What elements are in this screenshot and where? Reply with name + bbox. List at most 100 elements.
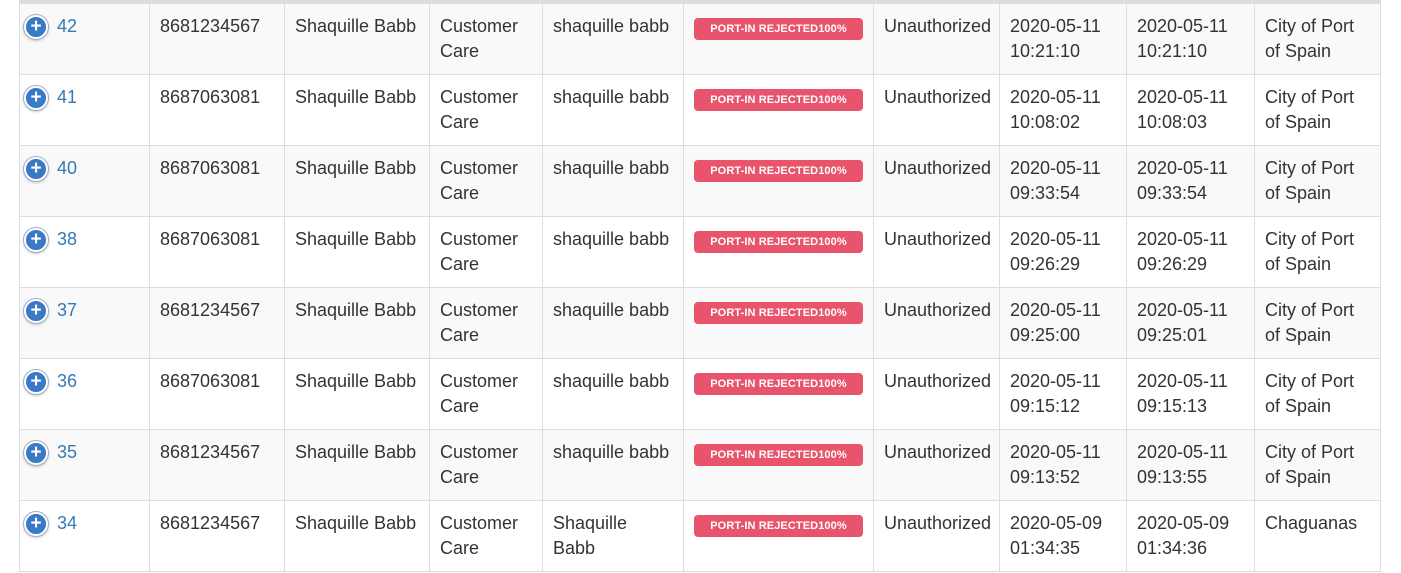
orders-table: +42 8681234567 Shaquille Babb Customer C…	[19, 3, 1381, 572]
status-cell: PORT-IN REJECTED100%	[683, 500, 874, 572]
expand-row-icon[interactable]: +	[24, 15, 48, 39]
authorization-status: Unauthorized	[884, 442, 992, 462]
expand-row-icon[interactable]: +	[24, 512, 48, 536]
customer-cell: Shaquille Babb	[284, 287, 430, 359]
customer-cell: Shaquille Babb	[284, 429, 430, 501]
auth-cell: Unauthorized	[873, 287, 1000, 359]
phone-number: 8681234567	[160, 442, 261, 462]
status-badge: PORT-IN REJECTED100%	[694, 373, 863, 395]
authorization-status: Unauthorized	[884, 229, 992, 249]
auth-cell: Unauthorized	[873, 145, 1000, 217]
authorization-status: Unauthorized	[884, 87, 992, 107]
department-cell: Customer Care	[429, 429, 543, 501]
location-name: City of Port of Spain	[1265, 300, 1355, 345]
agent-name: shaquille babb	[553, 442, 670, 462]
id-cell: +36	[19, 358, 150, 430]
department-name: Customer Care	[440, 300, 519, 345]
id-cell: +41	[19, 74, 150, 146]
status-cell: PORT-IN REJECTED100%	[683, 358, 874, 430]
phone-cell: 8681234567	[149, 500, 285, 572]
created-time: 10:21:10	[1010, 41, 1081, 61]
record-id-link[interactable]: 40	[57, 158, 77, 178]
record-id-link[interactable]: 34	[57, 513, 77, 533]
status-badge: PORT-IN REJECTED100%	[694, 18, 863, 40]
department-name: Customer Care	[440, 229, 519, 274]
authorization-status: Unauthorized	[884, 16, 992, 36]
agent-cell: shaquille babb	[542, 216, 684, 288]
record-id-link[interactable]: 38	[57, 229, 77, 249]
location-cell: City of Port of Spain	[1254, 3, 1381, 75]
updated-cell: 2020-05-11 09:33:54	[1126, 145, 1255, 217]
created-time: 09:25:00	[1010, 325, 1081, 345]
table-row: +34 8681234567 Shaquille Babb Customer C…	[19, 500, 1381, 572]
expand-row-icon[interactable]: +	[24, 370, 48, 394]
record-id-link[interactable]: 42	[57, 16, 77, 36]
created-cell: 2020-05-11 09:33:54	[999, 145, 1127, 217]
created-date: 2020-05-11	[1010, 371, 1101, 391]
updated-date: 2020-05-11	[1137, 300, 1228, 320]
updated-time: 09:33:54	[1137, 183, 1208, 203]
created-cell: 2020-05-11 09:25:00	[999, 287, 1127, 359]
created-time: 09:13:52	[1010, 467, 1081, 487]
phone-number: 8681234567	[160, 300, 261, 320]
department-name: Customer Care	[440, 513, 519, 558]
updated-date: 2020-05-11	[1137, 371, 1228, 391]
record-id-link[interactable]: 41	[57, 87, 77, 107]
created-time: 09:33:54	[1010, 183, 1081, 203]
record-id-link[interactable]: 36	[57, 371, 77, 391]
location-name: City of Port of Spain	[1265, 16, 1355, 61]
expand-row-icon[interactable]: +	[24, 157, 48, 181]
customer-cell: Shaquille Babb	[284, 216, 430, 288]
agent-cell: shaquille babb	[542, 287, 684, 359]
phone-number: 8681234567	[160, 16, 261, 36]
agent-name: shaquille babb	[553, 371, 670, 391]
table-row: +35 8681234567 Shaquille Babb Customer C…	[19, 429, 1381, 501]
status-badge: PORT-IN REJECTED100%	[694, 89, 863, 111]
agent-name: Shaquille Babb	[553, 513, 628, 558]
phone-cell: 8687063081	[149, 216, 285, 288]
department-name: Customer Care	[440, 87, 519, 132]
customer-cell: Shaquille Babb	[284, 145, 430, 217]
created-time: 09:15:12	[1010, 396, 1081, 416]
authorization-status: Unauthorized	[884, 371, 992, 391]
auth-cell: Unauthorized	[873, 500, 1000, 572]
updated-time: 10:08:03	[1137, 112, 1208, 132]
expand-row-icon[interactable]: +	[24, 228, 48, 252]
status-cell: PORT-IN REJECTED100%	[683, 429, 874, 501]
customer-name: Shaquille Babb	[295, 16, 417, 36]
authorization-status: Unauthorized	[884, 158, 992, 178]
agent-cell: shaquille babb	[542, 3, 684, 75]
updated-cell: 2020-05-11 09:13:55	[1126, 429, 1255, 501]
agent-name: shaquille babb	[553, 300, 670, 320]
id-cell: +34	[19, 500, 150, 572]
created-date: 2020-05-09	[1010, 513, 1103, 533]
authorization-status: Unauthorized	[884, 300, 992, 320]
created-date: 2020-05-11	[1010, 16, 1101, 36]
updated-cell: 2020-05-11 10:21:10	[1126, 3, 1255, 75]
updated-time: 09:26:29	[1137, 254, 1208, 274]
updated-date: 2020-05-09	[1137, 513, 1230, 533]
customer-name: Shaquille Babb	[295, 158, 417, 178]
expand-row-icon[interactable]: +	[24, 441, 48, 465]
department-cell: Customer Care	[429, 74, 543, 146]
updated-time: 09:13:55	[1137, 467, 1208, 487]
record-id-link[interactable]: 35	[57, 442, 77, 462]
created-cell: 2020-05-11 09:13:52	[999, 429, 1127, 501]
agent-cell: shaquille babb	[542, 358, 684, 430]
location-cell: City of Port of Spain	[1254, 358, 1381, 430]
record-id-link[interactable]: 37	[57, 300, 77, 320]
updated-date: 2020-05-11	[1137, 229, 1228, 249]
location-cell: Chaguanas	[1254, 500, 1381, 572]
authorization-status: Unauthorized	[884, 513, 992, 533]
phone-number: 8687063081	[160, 371, 261, 391]
updated-date: 2020-05-11	[1137, 442, 1228, 462]
agent-name: shaquille babb	[553, 87, 670, 107]
phone-number: 8681234567	[160, 513, 261, 533]
id-cell: +35	[19, 429, 150, 501]
updated-time: 09:15:13	[1137, 396, 1208, 416]
phone-number: 8687063081	[160, 158, 261, 178]
department-cell: Customer Care	[429, 500, 543, 572]
phone-cell: 8681234567	[149, 429, 285, 501]
expand-row-icon[interactable]: +	[24, 86, 48, 110]
expand-row-icon[interactable]: +	[24, 299, 48, 323]
